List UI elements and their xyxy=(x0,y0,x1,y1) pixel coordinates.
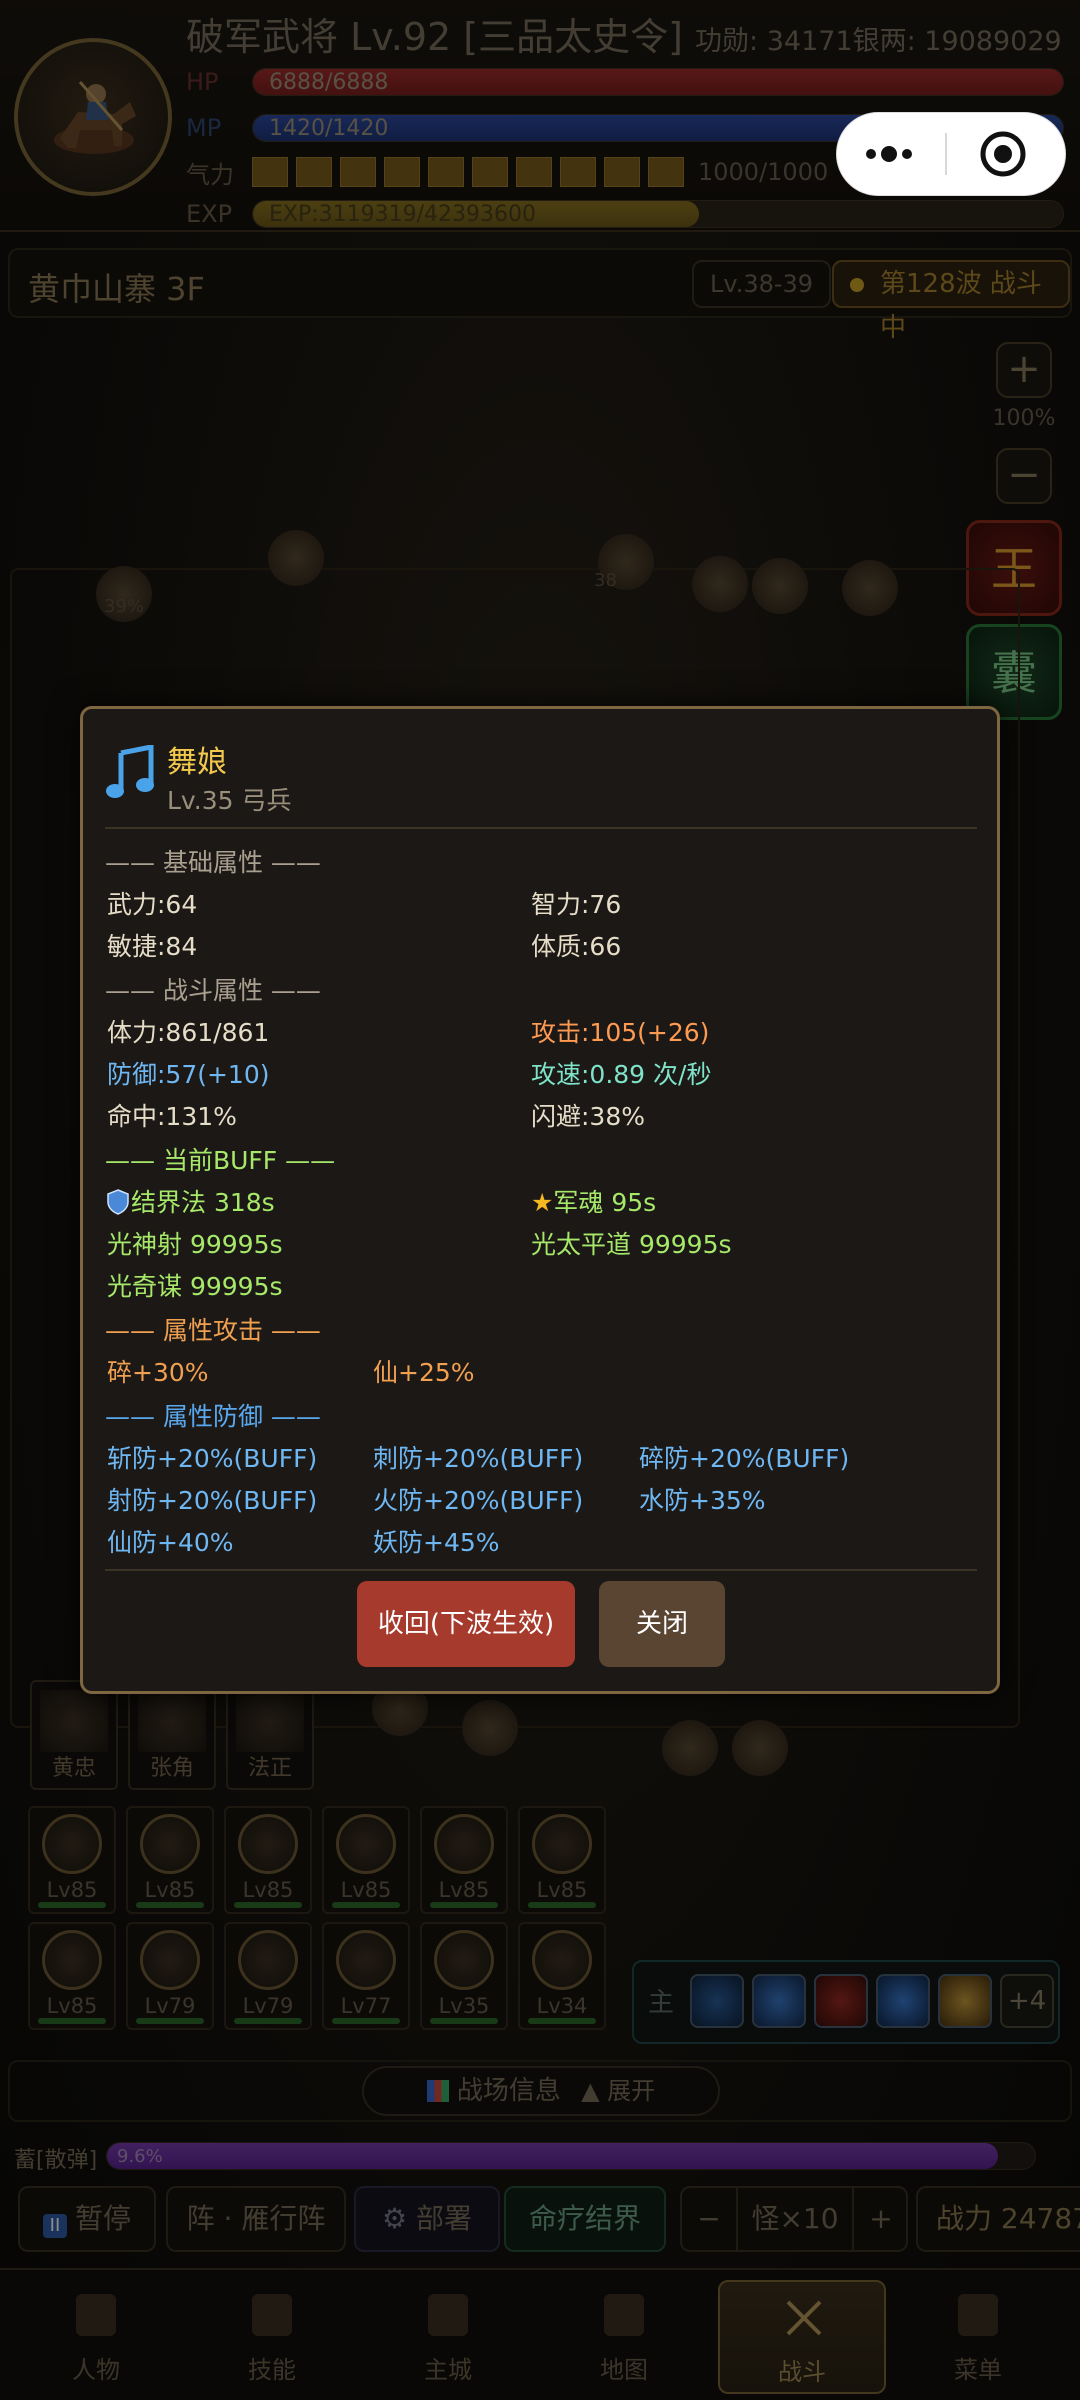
unit-detail-popup: 舞娘 Lv.35 弓兵 —— 基础属性 —— 武力:64 智力:76 敏捷:84… xyxy=(80,706,1000,1694)
buff-taiping: 光太平道 99995s xyxy=(531,1230,732,1259)
stat-attack: 攻击:105(+26) xyxy=(531,1018,710,1047)
close-button[interactable]: 关闭 xyxy=(599,1581,725,1667)
stat-constitution: 体质:66 xyxy=(531,932,622,961)
attr-def-slash: 斩防+20%(BUFF) xyxy=(107,1444,318,1473)
close-miniprogram-icon[interactable] xyxy=(947,112,1057,196)
divider xyxy=(105,827,977,829)
more-dots-icon[interactable] xyxy=(837,112,937,196)
attr-def-immortal: 仙防+40% xyxy=(107,1528,234,1557)
recall-button[interactable]: 收回(下波生效) xyxy=(357,1581,575,1667)
attr-def-fire: 火防+20%(BUFF) xyxy=(373,1486,584,1515)
music-note-icon xyxy=(106,745,154,798)
section-combat: —— 战斗属性 —— xyxy=(105,976,321,1005)
buff-strategy: 光奇谋 99995s xyxy=(107,1272,283,1301)
attr-def-water: 水防+35% xyxy=(639,1486,766,1515)
stat-agility: 敏捷:84 xyxy=(107,932,198,961)
stat-strength: 武力:64 xyxy=(107,890,198,919)
unit-name: 舞娘 xyxy=(167,745,227,780)
stat-defense: 防御:57(+10) xyxy=(107,1060,270,1089)
buff-soldier-soul: ★军魂 95s xyxy=(531,1183,656,1219)
section-attribute-attack: —— 属性攻击 —— xyxy=(105,1316,321,1345)
miniprogram-capsule xyxy=(836,112,1066,196)
attr-attack-crush: 碎+30% xyxy=(107,1358,209,1387)
shield-icon xyxy=(107,1189,129,1215)
buff-soldier-soul-label: 军魂 95s xyxy=(553,1188,657,1217)
attr-def-demon: 妖防+45% xyxy=(373,1528,500,1557)
attr-def-crush: 碎防+20%(BUFF) xyxy=(639,1444,850,1473)
game-screen: 破军武将 Lv.92 [三品太史令] 功勋: 34171银两: 19089029… xyxy=(0,0,1080,2400)
section-buff: —— 当前BUFF —— xyxy=(105,1146,336,1175)
buff-archery: 光神射 99995s xyxy=(107,1230,283,1259)
section-attribute-defense: —— 属性防御 —— xyxy=(105,1402,321,1431)
stat-stamina: 体力:861/861 xyxy=(107,1018,270,1047)
buff-barrier-label: 结界法 318s xyxy=(131,1188,275,1217)
attr-def-shoot: 射防+20%(BUFF) xyxy=(107,1486,318,1515)
section-basic: —— 基础属性 —— xyxy=(105,848,321,877)
divider xyxy=(105,1569,977,1571)
stat-attack-speed: 攻速:0.89 次/秒 xyxy=(531,1060,712,1089)
buff-barrier: 结界法 318s xyxy=(107,1183,275,1219)
star-icon: ★ xyxy=(531,1188,554,1217)
attr-attack-immortal: 仙+25% xyxy=(373,1358,475,1387)
stat-hit: 命中:131% xyxy=(107,1102,237,1131)
stat-dodge: 闪避:38% xyxy=(531,1102,645,1131)
attr-def-pierce: 刺防+20%(BUFF) xyxy=(373,1444,584,1473)
stat-intellect: 智力:76 xyxy=(531,890,622,919)
unit-level-class: Lv.35 弓兵 xyxy=(167,786,292,815)
